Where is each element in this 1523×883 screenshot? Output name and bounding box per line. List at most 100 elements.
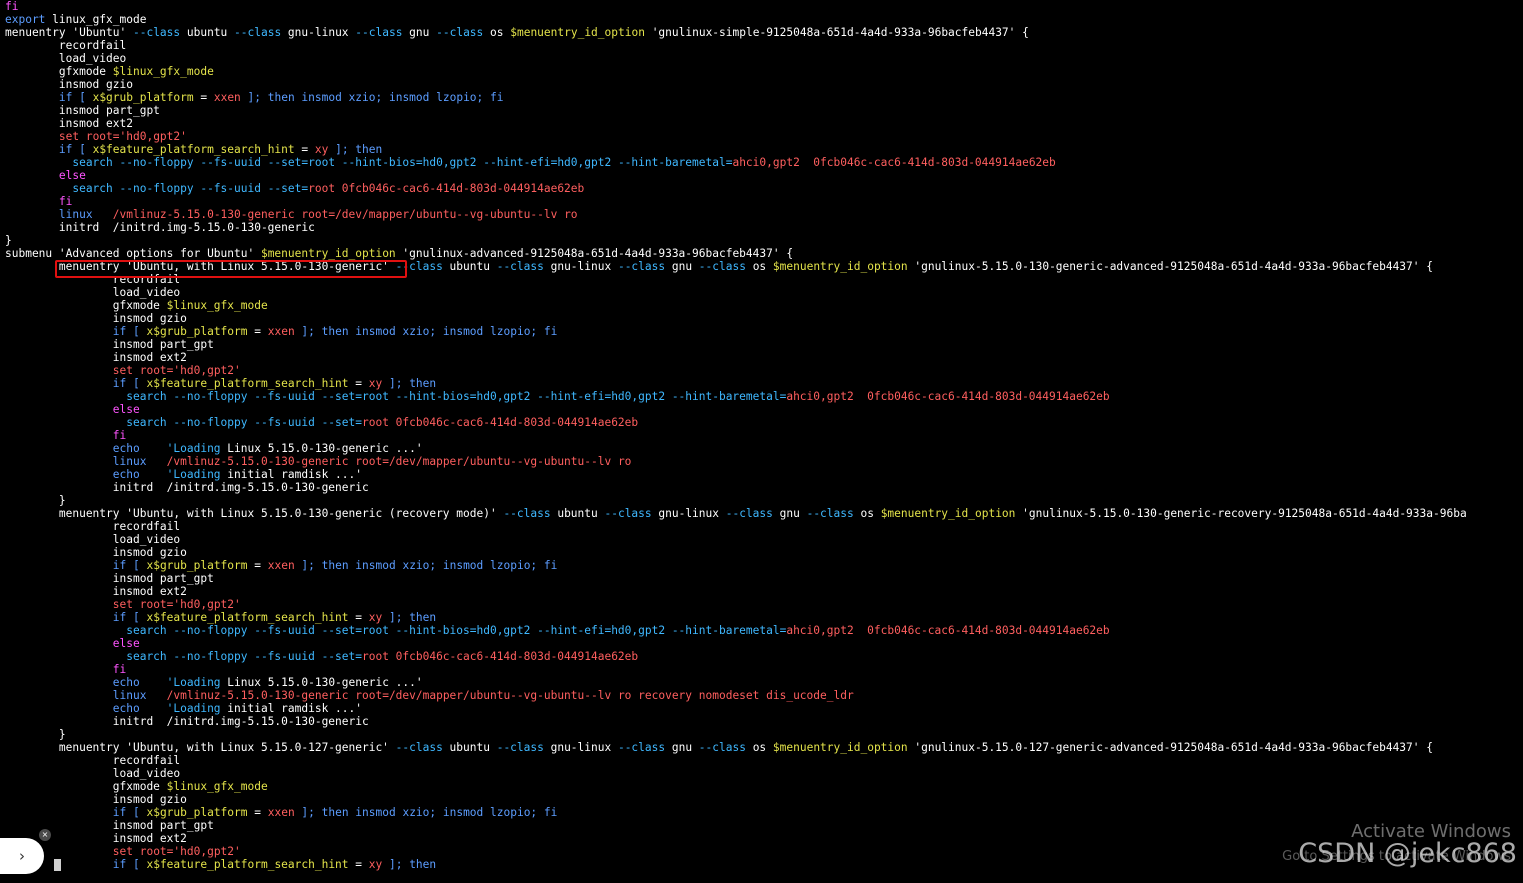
terminal-line: if [ x$grub_platform = xxen ]; then insm… [5,91,1523,104]
terminal-line: if [ x$feature_platform_search_hint = xy… [5,611,1523,624]
code-token: gnu-linux [543,260,618,273]
code-token: if [ [112,377,147,390]
code-token: 'Loading [166,442,221,455]
terminal-line: echo 'Loading initial ramdisk ...' [5,468,1523,481]
terminal-line: insmod ext2 [5,351,1523,364]
terminal-line: submenu 'Advanced options for Ubuntu' $m… [5,247,1523,260]
code-token: ahci0,gpt2 0fcb046c-cac6-414d-803d-04491… [732,156,1056,169]
code-token: if [ [58,91,93,104]
code-token: gnu [402,26,437,39]
code-token: fi [5,0,19,13]
code-token: --class [617,741,666,754]
code-token: load_video [5,286,181,299]
code-token: xy [368,858,383,871]
code-token: --no-floppy --fs-uuid --set=root --hint-… [173,390,787,403]
terminal-line: } [5,728,1523,741]
code-token: fi [112,663,127,676]
terminal-line: search --no-floppy --fs-uuid --set=root … [5,416,1523,429]
code-token: insmod gzio [5,793,187,806]
code-token: 'gnulinux-5.15.0-127-generic-advanced-91… [907,741,1433,754]
code-token: --class [698,260,746,273]
terminal-line: echo 'Loading Linux 5.15.0-130-generic .… [5,442,1523,455]
code-token: --class [355,26,403,39]
code-token: 'hd0,gpt2' [173,598,241,611]
close-icon[interactable]: × [39,829,51,841]
code-token: $linux_gfx_mode [166,780,268,793]
code-token: /dev/mapper/ubuntu--vg-ubuntu--lv ro [335,208,578,221]
code-token: fi [58,195,73,208]
code-token: insmod part_gpt [5,338,214,351]
code-token: Linux 5.15.0-130-generic ...' [220,676,423,689]
code-token: os [745,741,773,754]
terminal-line: initrd /initrd.img-5.15.0-130-generic [5,221,1523,234]
code-token: --no-floppy --fs-uuid --set= [173,416,362,429]
terminal-line: recordfail [5,39,1523,52]
terminal-cursor [54,859,61,871]
code-token: ]; then [382,611,437,624]
code-token: 'Loading [166,468,221,481]
code-token: echo [5,468,167,481]
code-token: /dev/mapper/ubuntu--vg-ubuntu--lv ro [388,455,632,468]
code-token: --class [503,507,551,520]
code-token: x$grub_platform [146,325,248,338]
code-token: root 0fcb046c-cac6-414d-803d-044914ae62e… [361,416,639,429]
terminal-line: set root='hd0,gpt2' [5,598,1523,611]
code-token: if [ [58,143,93,156]
code-token: submenu 'Advanced options for Ubuntu' [5,247,261,260]
code-token: gnu-linux [651,507,726,520]
terminal-line: if [ x$feature_platform_search_hint = xy… [5,377,1523,390]
terminal-line: load_video [5,767,1523,780]
code-token: ubuntu [442,260,497,273]
code-token: set root= [112,364,174,377]
terminal-line: gfxmode $linux_gfx_mode [5,780,1523,793]
side-panel-toggle-button[interactable]: › [0,838,44,874]
terminal-line: echo 'Loading Linux 5.15.0-130-generic .… [5,676,1523,689]
terminal-line: search --no-floppy --fs-uuid --set=root … [5,182,1523,195]
code-token: x$feature_platform_search_hint [146,377,349,390]
code-token: = [348,858,369,871]
code-token: = [348,377,369,390]
code-token: search [5,182,120,195]
code-token: x$grub_platform [146,559,248,572]
code-token: /vmlinuz-5.15.0-130-generic root= [112,208,336,221]
code-token: if [ [112,559,147,572]
code-token: echo [5,676,167,689]
code-token: insmod gzio [5,78,133,91]
terminal-line: search --no-floppy --fs-uuid --set=root … [5,624,1523,637]
code-token: 'gnulinux-advanced-9125048a-651d-4a4d-93… [395,247,794,260]
code-token: 'Loading [166,702,221,715]
code-token: gnu-linux [543,741,618,754]
terminal-line: insmod part_gpt [5,819,1523,832]
code-token: initrd /initrd.img-5.15.0-130-generic [5,715,369,728]
terminal-line: if [ x$feature_platform_search_hint = xy… [5,143,1523,156]
code-token: if [ [112,806,147,819]
terminal-line: insmod gzio [5,793,1523,806]
code-token: --class [698,741,746,754]
code-token: insmod gzio [5,546,187,559]
code-token: --class [132,26,181,39]
code-token: insmod gzio [5,312,187,325]
terminal-output[interactable]: fi export linux_gfx_mode menuentry 'Ubuntu… [5,0,1523,883]
code-token: ubuntu [550,507,605,520]
code-token: recordfail [5,520,181,533]
code-token: x$grub_platform [146,806,248,819]
code-token: x$feature_platform_search_hint [92,143,295,156]
code-token: echo [5,442,167,455]
terminal-line: linux /vmlinuz-5.15.0-130-generic root=/… [5,208,1523,221]
code-token: --class [436,26,484,39]
code-token: gnu [665,741,699,754]
code-token: initial ramdisk ...' [220,468,362,481]
code-token: ]; then [328,143,383,156]
code-token: xxen [267,559,295,572]
terminal-line: insmod gzio [5,546,1523,559]
code-token: os [745,260,773,273]
code-token: menuentry 'Ubuntu' [5,26,133,39]
